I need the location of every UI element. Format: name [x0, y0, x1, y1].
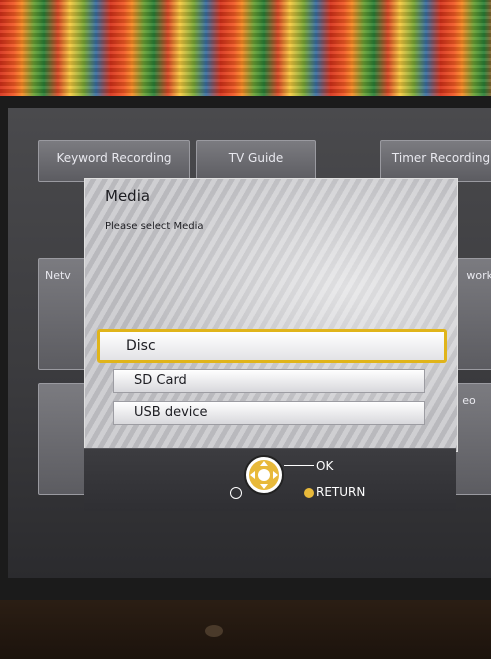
background-curtain — [0, 0, 491, 110]
ok-hint-label: OK — [316, 459, 334, 473]
tile-keyword-recording[interactable]: Keyword Recording — [38, 140, 190, 182]
return-button-icon — [304, 488, 314, 498]
tile-timer-recording-label: Timer Recording — [391, 151, 491, 165]
media-dialog: Media Please select Media Disc SD Card U… — [84, 178, 458, 452]
ok-connector-line — [284, 465, 314, 466]
dpad-icon — [244, 455, 284, 495]
tile-timer-recording[interactable]: Timer Recording — [380, 140, 491, 182]
dialog-footer: OK RETURN — [84, 448, 456, 511]
stand-knob — [205, 625, 223, 637]
media-option-disc[interactable]: Disc — [97, 329, 447, 363]
circle-button-icon — [230, 487, 242, 499]
tile-keyword-recording-label: Keyword Recording — [56, 151, 172, 165]
tile-tv-guide-label: TV Guide — [228, 151, 284, 165]
dialog-subtitle: Please select Media — [105, 221, 204, 232]
media-option-usb-device[interactable]: USB device — [113, 401, 425, 425]
tv-stand — [0, 600, 491, 659]
return-hint-label: RETURN — [316, 485, 366, 499]
tile-tv-guide[interactable]: TV Guide — [196, 140, 316, 182]
media-option-sd-card[interactable]: SD Card — [113, 369, 425, 393]
dialog-title: Media — [105, 187, 151, 205]
